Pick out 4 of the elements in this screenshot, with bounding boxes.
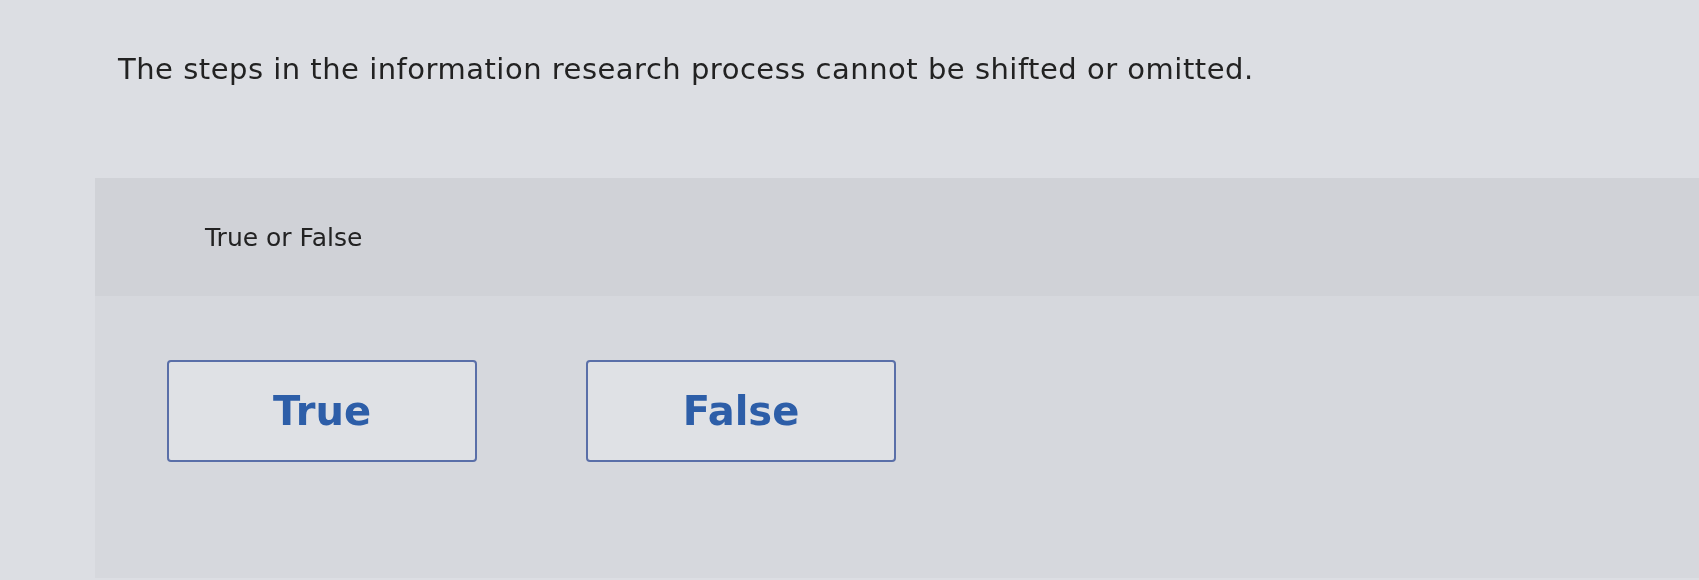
answer-button[interactable]: False — [586, 360, 896, 462]
answer-button[interactable]: True — [167, 360, 477, 462]
question-text: The steps in the information research process cannot be shifted or omitted. — [118, 52, 1255, 86]
instruction-text: True or False — [205, 222, 363, 252]
